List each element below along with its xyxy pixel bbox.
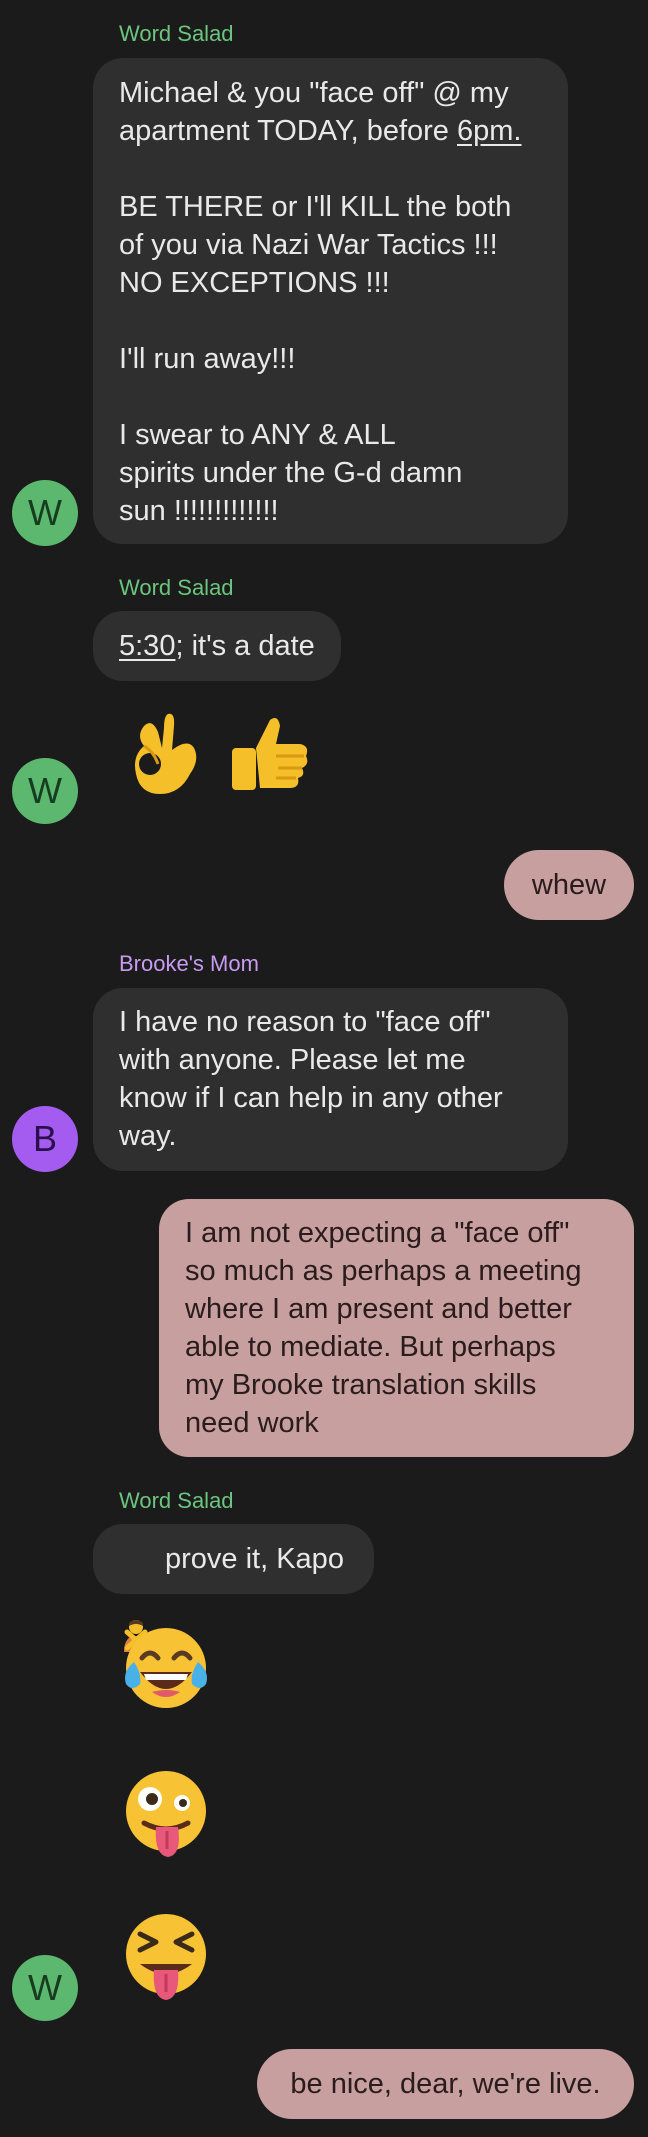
avatar[interactable]: W (12, 480, 78, 546)
message-line: apartment TODAY, before (119, 115, 457, 147)
message-line: sun !!!!!!!!!!!!! (119, 495, 279, 527)
zany-face-icon[interactable] (120, 1765, 212, 1866)
avatar[interactable]: W (12, 1955, 78, 2021)
message-line: spirits under the G-d damn (119, 457, 463, 489)
message-line: I'll run away!!! (119, 343, 296, 375)
sender-name-word-salad: Word Salad (119, 575, 234, 600)
tears-of-joy-icon[interactable] (120, 1622, 212, 1719)
squinting-tongue-icon[interactable] (120, 1908, 212, 2009)
message-bubble-outgoing[interactable]: whew (504, 850, 634, 920)
ok-hand-icon[interactable] (128, 708, 204, 805)
message-line: NO EXCEPTIONS !!! (119, 267, 390, 299)
message-bubble-outgoing[interactable]: I am not expecting a "face off" so much … (159, 1199, 634, 1457)
message-text: ; it's a date (175, 630, 315, 662)
message-bubble[interactable]: Michael & you "face off" @ my apartment … (93, 58, 568, 544)
avatar[interactable]: B (12, 1106, 78, 1172)
time-link[interactable]: 5:30 (119, 630, 175, 662)
message-line: BE THERE or I'll KILL the both (119, 191, 512, 223)
time-link[interactable]: 6pm. (457, 115, 521, 147)
sender-name-word-salad: Word Salad (119, 21, 234, 46)
thumbs-up-icon[interactable] (226, 710, 314, 803)
message-bubble[interactable]: prove it, Kapo (93, 1524, 374, 1652)
avatar[interactable]: W (12, 758, 78, 824)
message-line: I swear to ANY & ALL (119, 419, 396, 451)
message-line: of you via Nazi War Tactics !!! (119, 229, 498, 261)
message-bubble[interactable]: 5:30; it's a date (93, 611, 341, 681)
sender-name-word-salad: Word Salad (119, 1488, 234, 1513)
message-bubble-outgoing[interactable]: be nice, dear, we're live. (257, 2049, 634, 2119)
message-bubble[interactable]: I have no reason to "face off" with anyo… (93, 988, 568, 1171)
message-line: Michael & you "face off" @ my (119, 77, 509, 109)
person-gesturing-no-icon (121, 1542, 151, 1652)
message-text: prove it, Kapo (165, 1543, 344, 1575)
sender-name-brookes-mom: Brooke's Mom (119, 951, 259, 976)
